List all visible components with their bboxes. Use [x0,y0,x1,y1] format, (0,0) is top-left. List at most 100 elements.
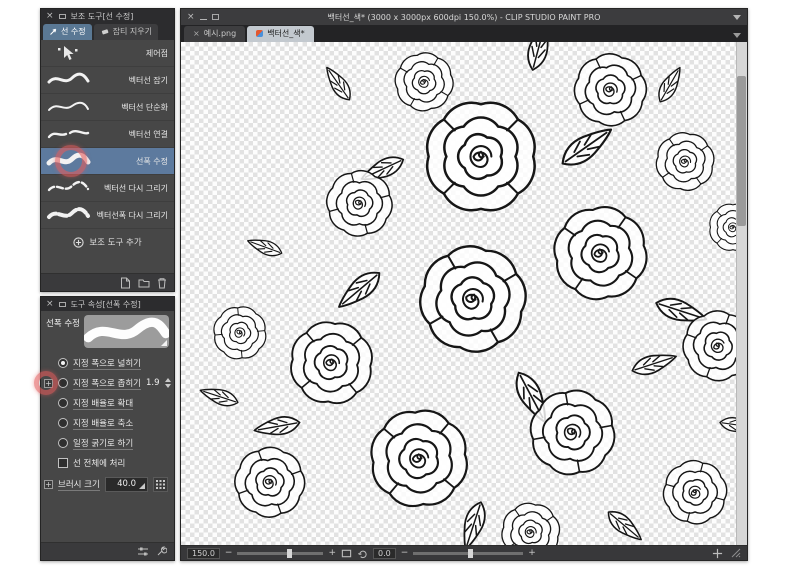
rotation-slider[interactable] [413,552,523,555]
tab-dust-erase[interactable]: 잡티 지우기 [94,24,158,40]
checkbox-icon[interactable] [58,458,68,468]
scrollbar-thumb[interactable] [737,76,746,226]
rotation-slider-thumb[interactable] [468,549,473,558]
option-enlarge[interactable]: 지정 배율로 확대 [41,393,174,413]
option-label: 일정 굵기로 하기 [73,437,133,450]
zoom-out-icon[interactable]: − [225,549,233,558]
close-icon[interactable]: × [193,29,200,38]
brush-size-input[interactable]: 40.0 [105,477,148,492]
radio-icon[interactable] [58,418,68,428]
close-icon[interactable]: × [46,12,54,21]
canvas[interactable] [181,42,747,545]
subtool-panel: × 보조 도구[선 수정] 선 수정 잡티 지우기 제어점 [40,8,175,292]
expand-icon[interactable]: + [44,379,53,388]
subtool-item-redraw-vector[interactable]: 벡터선 다시 그리기 [41,175,174,202]
subtool-footer [41,273,174,291]
option-widen[interactable]: 지정 폭으로 넓히기 [41,353,174,373]
option-uniform[interactable]: 일정 굵기로 하기 [41,433,174,453]
subtool-item-simplify-vector[interactable]: 벡터선 단순화 [41,94,174,121]
fit-screen-icon[interactable] [341,548,352,559]
subtool-item-correct-line-width[interactable]: 선폭 수정 [41,148,174,175]
option-label: 지정 폭으로 좁히기 [73,377,141,390]
document-window: 백터선_색* (3000 x 3000px 600dpi 150.0%) - C… [180,8,748,561]
spinner-up-icon[interactable] [165,378,171,382]
subtool-item-label: 벡터선폭 다시 그리기 [97,210,168,221]
keypad-icon [156,480,165,489]
navigator-icon[interactable] [712,548,723,559]
statusbar-right [712,548,741,559]
statusbar: 150.0 − + 0.0 − + [181,545,747,560]
close-icon[interactable]: × [46,300,54,309]
screenshot-root: × 보조 도구[선 수정] 선 수정 잡티 지우기 제어점 [0,0,800,576]
tool-property-titlebar: × 도구 속성[선폭 수정] [41,297,174,311]
tab-label: 선 수정 [61,26,86,37]
rotate-left-icon[interactable]: − [401,549,409,558]
subtool-tabbar: 선 수정 잡티 지우기 [41,23,174,40]
stroke-thumb-icon [45,124,91,144]
radio-icon[interactable] [58,398,68,408]
tool-property-title: 도구 속성[선폭 수정] [71,299,141,310]
trash-icon[interactable] [157,277,167,289]
tool-property-footer [41,542,174,560]
radio-selected-icon[interactable] [58,358,68,368]
resize-grip-icon[interactable] [731,548,741,558]
pen-cursor-icon [49,27,58,36]
brush-stroke-preview[interactable] [84,315,169,348]
narrow-width-value[interactable]: 1.9 [146,378,160,388]
subtool-item-label: 벡터선 단순화 [121,102,168,113]
tab-line-correct[interactable]: 선 수정 [43,24,92,40]
zoom-value[interactable]: 150.0 [187,548,220,559]
subtool-item-connect-vector[interactable]: 벡터선 연결 [41,121,174,148]
rotate-right-icon[interactable]: + [528,549,536,558]
option-reduce[interactable]: 지정 배율로 축소 [41,413,174,433]
folder-icon[interactable] [138,277,150,288]
subtool-item-label: 벡터선 연결 [129,129,168,140]
subtool-item-label: 제어점 [146,48,168,59]
chevron-down-icon[interactable] [733,15,741,20]
zoom-in-icon[interactable]: + [328,549,336,558]
subtool-item-pinch-vector[interactable]: 벡터선 잡기 [41,67,174,94]
spinner[interactable] [165,378,171,388]
subtool-item-control-point[interactable]: 제어점 [41,40,174,67]
minimize-icon[interactable] [200,15,207,20]
spinner-down-icon[interactable] [165,384,171,388]
close-icon[interactable]: × [187,13,195,22]
sliders-icon[interactable] [137,546,149,557]
brush-size-dialog-button[interactable] [153,477,168,492]
option-narrow[interactable]: + 지정 폭으로 좁히기 1.9 [41,373,174,393]
subtool-item-label: 선폭 수정 [136,156,168,167]
preview-corner-icon [161,340,167,346]
stroke-thumb-icon [45,205,91,225]
rotate-reset-icon[interactable] [357,548,368,559]
collapse-icon[interactable] [59,302,66,307]
option-list: 지정 폭으로 넓히기 + 지정 폭으로 좁히기 1.9 지정 배율로 확대 지정… [41,353,174,495]
cursor-icon [45,43,91,63]
current-tool-name: 선폭 수정 [46,315,80,329]
vertical-scrollbar[interactable] [736,42,747,545]
expand-icon[interactable]: + [44,480,53,489]
wrench-icon[interactable] [156,546,167,557]
document-tabbar: × 예시.png 백터선_색* [181,25,747,42]
stroke-thumb-icon [45,151,91,171]
tab-example-png[interactable]: × 예시.png [184,26,245,42]
rose-lineart [181,42,738,545]
tab-vector-line-color[interactable]: 백터선_색* [247,26,313,42]
new-page-icon[interactable] [120,277,131,289]
brush-size-label: 브러시 크기 [58,478,100,491]
brush-size-row[interactable]: + 브러시 크기 40.0 [41,473,174,495]
add-subtool-button[interactable]: 보조 도구 추가 [45,232,170,252]
chevron-down-icon[interactable] [733,33,741,38]
zoom-slider-thumb[interactable] [287,549,292,558]
subtool-item-redraw-vector-width[interactable]: 벡터선폭 다시 그리기 [41,202,174,229]
radio-icon[interactable] [58,378,68,388]
subtool-list: 제어점 벡터선 잡기 벡터선 단순화 벡터선 연결 [41,40,174,229]
brush-size-value: 40.0 [117,479,136,489]
maximize-icon[interactable] [212,14,219,20]
zoom-slider[interactable] [237,552,323,555]
radio-icon[interactable] [58,438,68,448]
option-process-whole-line[interactable]: 선 전체에 처리 [41,453,174,473]
brush-preview-row: 선폭 수정 [41,311,174,353]
collapse-icon[interactable] [59,14,66,19]
stroke-thumb-icon [45,97,91,117]
rotation-value[interactable]: 0.0 [373,548,396,559]
